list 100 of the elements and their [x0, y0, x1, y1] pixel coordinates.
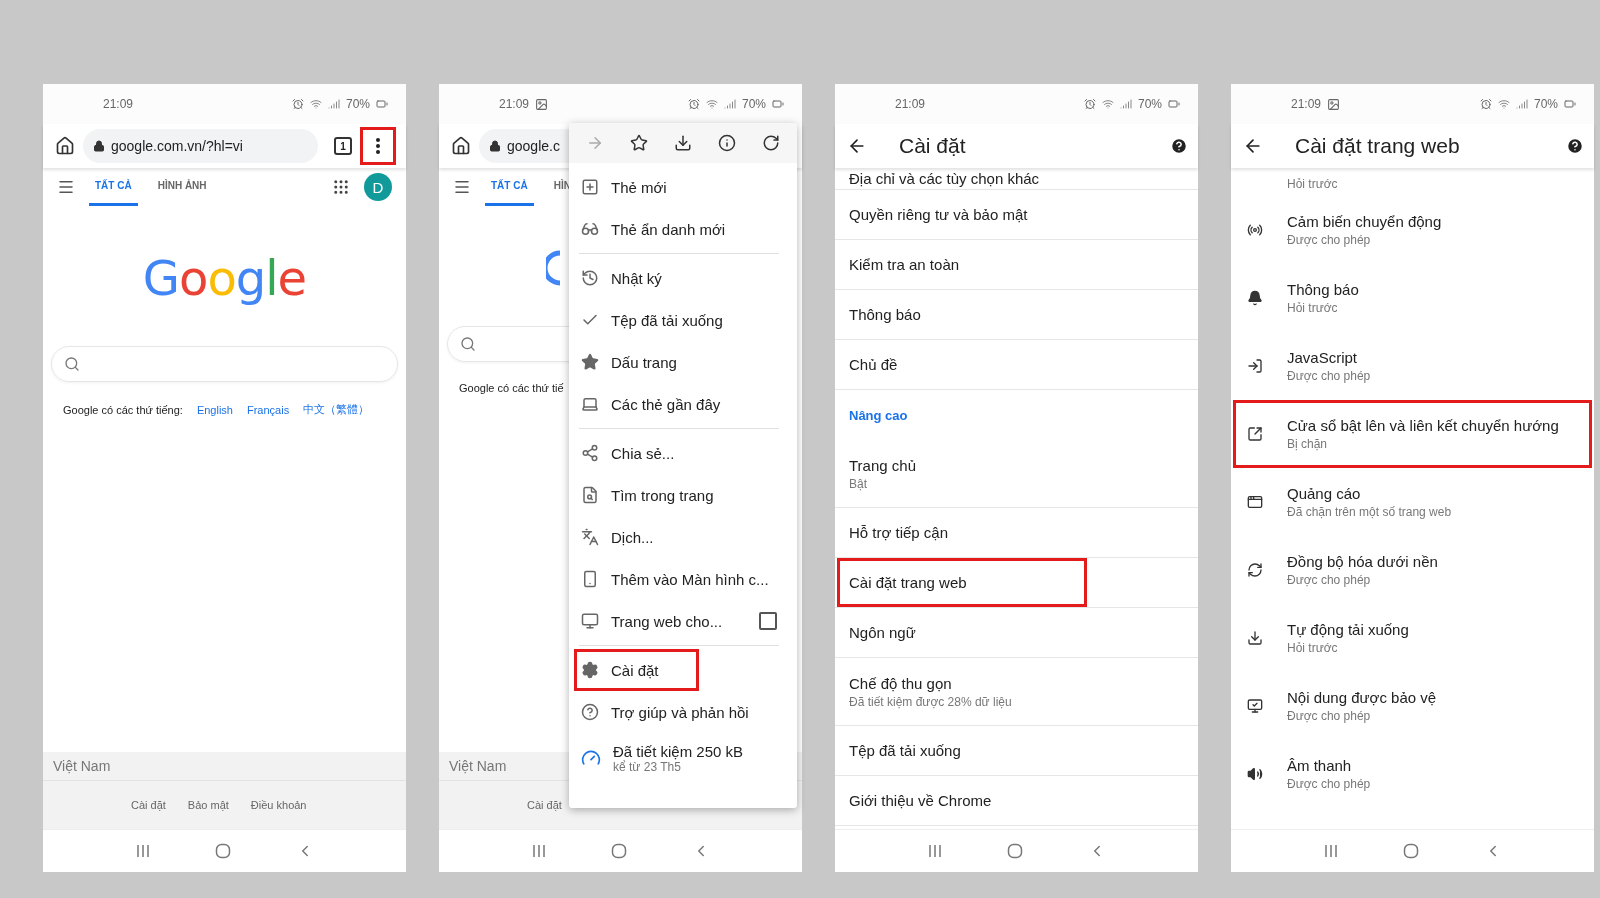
- settings-row[interactable]: Cảm biến chuyển động Được cho phép: [1231, 196, 1594, 264]
- menu-item[interactable]: Tìm trong trang: [579, 474, 779, 516]
- menu-item[interactable]: Tệp đã tải xuống: [579, 299, 779, 341]
- recent-apps-icon[interactable]: [531, 844, 546, 858]
- footer-link[interactable]: Cài đặt: [527, 799, 562, 811]
- download-icon: [1247, 630, 1263, 646]
- laptop-icon: [581, 395, 599, 413]
- bell-icon: [1247, 290, 1263, 306]
- settings-row[interactable]: Thông báo: [835, 290, 1198, 340]
- download-icon[interactable]: [674, 134, 692, 152]
- settings-row[interactable]: Hỏi trước: [1231, 168, 1594, 196]
- settings-row[interactable]: Kiểm tra an toàn: [835, 240, 1198, 290]
- search-icon: [64, 356, 80, 372]
- menu-item[interactable]: Trợ giúp và phản hồi: [579, 691, 779, 733]
- recent-apps-icon[interactable]: [927, 844, 942, 858]
- phone-icon: [581, 570, 599, 588]
- file-search-icon: [581, 486, 599, 504]
- battery-percent: 70%: [741, 97, 766, 111]
- help-icon[interactable]: [1566, 137, 1584, 155]
- wifi-icon: [309, 98, 322, 110]
- external-link-icon: [1247, 426, 1263, 442]
- monitor-icon: [581, 612, 599, 630]
- info-icon[interactable]: [718, 134, 736, 152]
- search-tab[interactable]: HÌNH ẢNH: [151, 168, 213, 206]
- settings-row[interactable]: Thông báo Hỏi trước: [1231, 264, 1594, 332]
- recent-apps-icon[interactable]: [1323, 844, 1338, 858]
- settings-row[interactable]: Đồng bộ hóa dưới nền Được cho phép: [1231, 536, 1594, 604]
- reload-icon[interactable]: [762, 134, 780, 152]
- help-icon[interactable]: [1170, 137, 1188, 155]
- menu-item[interactable]: Chia sẻ...: [579, 432, 779, 474]
- battery-percent: 70%: [1137, 97, 1162, 111]
- search-tab[interactable]: TẤT CẢ: [89, 168, 138, 206]
- settings-row[interactable]: Cài đặt trang web: [835, 558, 1198, 608]
- settings-row[interactable]: Hỗ trợ tiếp cận: [835, 508, 1198, 558]
- settings-row[interactable]: Trang chủ Bật: [835, 440, 1198, 508]
- battery-percent: 70%: [1533, 97, 1558, 111]
- settings-row[interactable]: Ngôn ngữ: [835, 608, 1198, 658]
- battery-icon: [376, 98, 388, 110]
- menu-icon[interactable]: [453, 178, 471, 196]
- settings-row[interactable]: Quảng cáo Đã chặn trên một số trang web: [1231, 468, 1594, 536]
- language-prompt: Google có các thứ tiế: [459, 382, 564, 394]
- menu-item[interactable]: Nhật ký: [579, 257, 779, 299]
- language-link[interactable]: English: [196, 403, 233, 416]
- settings-row[interactable]: Cửa sổ bật lên và liên kết chuyển hướng Bị chặn: [1231, 400, 1594, 468]
- alarm-icon: [1083, 98, 1096, 110]
- battery-icon: [772, 98, 784, 110]
- screen-title: Cài đặt: [899, 134, 967, 158]
- settings-row[interactable]: Chủ đề: [835, 340, 1198, 390]
- menu-item[interactable]: Trang web cho...: [579, 600, 779, 642]
- language-link[interactable]: 中文（繁體）: [303, 402, 370, 417]
- settings-icon: [581, 661, 599, 679]
- settings-row[interactable]: Nội dung được bảo vệ Được cho phép: [1231, 672, 1594, 740]
- apps-grid-icon[interactable]: [332, 178, 350, 196]
- language-link[interactable]: Français: [246, 403, 290, 416]
- share-icon: [581, 444, 599, 462]
- menu-item[interactable]: Thêm vào Màn hình c...: [579, 558, 779, 600]
- gauge-icon: [581, 748, 601, 768]
- battery-icon: [1564, 98, 1576, 110]
- menu-item[interactable]: Cài đặt: [579, 649, 779, 691]
- settings-row[interactable]: Địa chỉ và các tùy chọn khác: [835, 168, 1198, 190]
- star-icon[interactable]: [630, 134, 648, 152]
- image-icon: [535, 97, 549, 111]
- more-button[interactable]: [360, 127, 396, 165]
- login-icon: [1247, 358, 1263, 374]
- menu-item[interactable]: Dịch...: [579, 516, 779, 558]
- settings-row[interactable]: JavaScript Được cho phép: [1231, 332, 1594, 400]
- settings-row[interactable]: Âm thanh Được cho phép: [1231, 740, 1594, 808]
- alarm-icon: [687, 98, 700, 110]
- country-label: Việt Nam: [449, 758, 507, 774]
- more-icon: [376, 138, 380, 154]
- section-header: Nâng cao: [848, 406, 909, 425]
- menu-item[interactable]: Các thẻ gần đây: [579, 383, 779, 425]
- lock-icon: [489, 140, 501, 152]
- tab-count[interactable]: 1: [334, 137, 352, 155]
- footer-link[interactable]: Điều khoản: [250, 799, 307, 811]
- settings-row[interactable]: Chế độ thu gọn Đã tiết kiệm được 28% dữ liệu: [835, 658, 1198, 726]
- home-icon[interactable]: [55, 136, 75, 156]
- recent-apps-icon[interactable]: [135, 844, 150, 858]
- settings-row[interactable]: Tệp đã tải xuống: [835, 726, 1198, 776]
- home-icon[interactable]: [451, 136, 471, 156]
- alarm-icon: [291, 98, 304, 110]
- search-tab[interactable]: TẤT CẢ: [485, 168, 534, 206]
- sensor-waves-icon: [1247, 222, 1263, 238]
- alarm-icon: [1479, 98, 1492, 110]
- menu-item[interactable]: Thẻ mới: [579, 166, 779, 208]
- menu-item[interactable]: Dấu trang: [579, 341, 779, 383]
- screen-title: Cài đặt trang web: [1295, 134, 1461, 158]
- help-icon: [581, 703, 599, 721]
- address-field[interactable]: google.com.vn/?hl=vi: [83, 129, 318, 163]
- settings-row[interactable]: Giới thiệu về Chrome: [835, 776, 1198, 826]
- footer-link[interactable]: Bảo mật: [187, 799, 229, 811]
- menu-item[interactable]: Đã tiết kiệm 250 kB kể từ 23 Th5: [579, 733, 779, 783]
- settings-row[interactable]: Quyền riêng tư và bảo mật: [835, 190, 1198, 240]
- settings-row[interactable]: Tự động tải xuống Hỏi trước: [1231, 604, 1594, 672]
- incognito-icon: [581, 220, 599, 238]
- menu-icon[interactable]: [57, 178, 75, 196]
- menu-item[interactable]: Thẻ ẩn danh mới: [579, 208, 779, 250]
- footer-link[interactable]: Cài đặt: [131, 799, 166, 811]
- checkbox[interactable]: [759, 612, 777, 630]
- lock-icon: [93, 140, 105, 152]
